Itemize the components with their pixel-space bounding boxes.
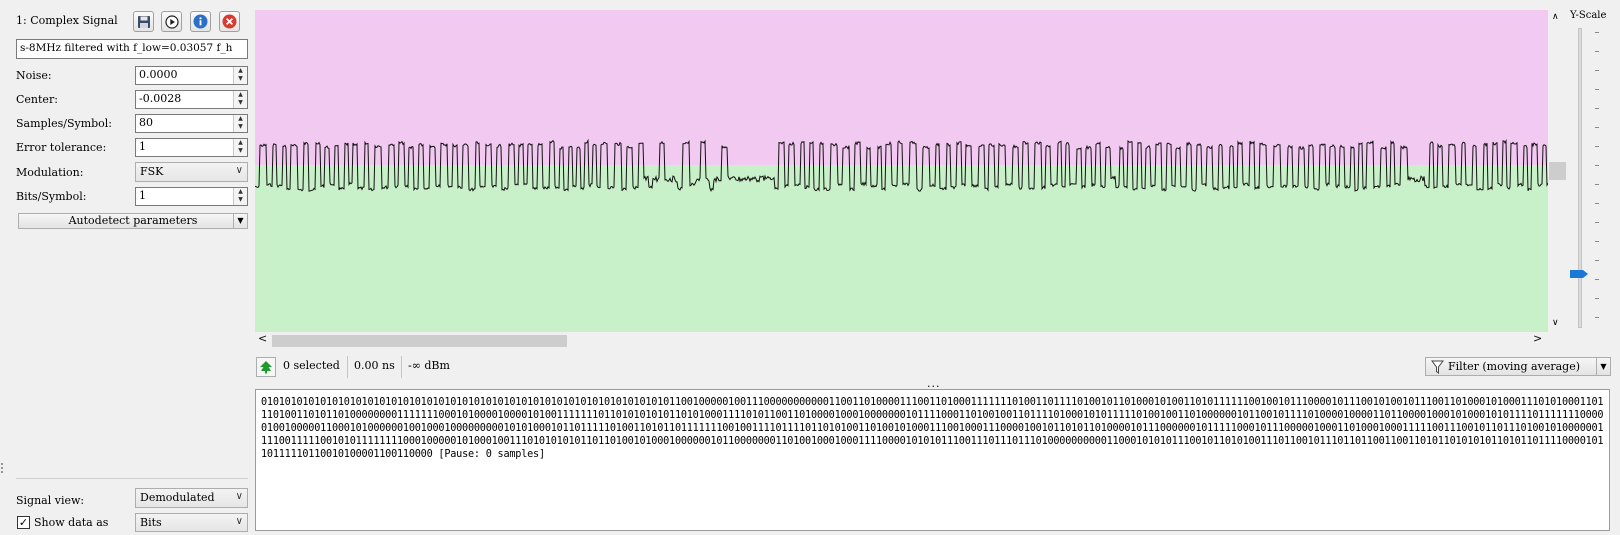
bits-per-symbol-label: Bits/Symbol: bbox=[16, 190, 87, 203]
divider bbox=[16, 478, 248, 479]
signal-view-label: Signal view: bbox=[16, 494, 85, 507]
show-data-value: Bits bbox=[140, 516, 162, 529]
y-scale-tick bbox=[1595, 279, 1599, 280]
signal-view-select[interactable]: Demodulated ∨ bbox=[135, 488, 248, 508]
y-scale-tick bbox=[1595, 32, 1599, 33]
show-data-checkbox[interactable]: ✓ bbox=[17, 516, 30, 529]
error-tolerance-label: Error tolerance: bbox=[16, 141, 107, 154]
divider bbox=[401, 356, 402, 378]
y-scale-tick bbox=[1595, 317, 1599, 318]
modulation-label: Modulation: bbox=[16, 166, 84, 179]
y-scale-tick bbox=[1595, 184, 1599, 185]
center-label: Center: bbox=[16, 93, 58, 106]
autodetect-dropdown-arrow[interactable]: ▼ bbox=[233, 214, 247, 228]
selection-status-bar: 0 selected 0.00 ns -∞ dBm bbox=[255, 356, 1620, 378]
positive-region bbox=[255, 10, 1548, 165]
horizontal-scroll-thumb[interactable] bbox=[272, 335, 567, 347]
autodetect-label: Autodetect parameters bbox=[68, 214, 198, 227]
horizontal-scrollbar[interactable]: < > bbox=[255, 332, 1548, 349]
center-value: -0.0028 bbox=[139, 92, 182, 105]
grip-icon bbox=[1, 463, 3, 473]
center-stepper[interactable]: ▲ ▼ bbox=[233, 91, 247, 108]
play-button[interactable] bbox=[161, 11, 182, 32]
vertical-scrollbar[interactable]: ∧ ∨ bbox=[1549, 10, 1567, 332]
info-button[interactable] bbox=[190, 11, 211, 32]
y-scale-tick bbox=[1595, 108, 1599, 109]
y-scale-tick bbox=[1595, 146, 1599, 147]
save-icon bbox=[137, 15, 150, 28]
noise-value: 0.0000 bbox=[139, 68, 178, 81]
divider bbox=[347, 356, 348, 378]
panel-splitter-handle[interactable] bbox=[0, 461, 4, 475]
signal-plot[interactable] bbox=[254, 10, 1554, 332]
save-button[interactable] bbox=[133, 11, 154, 32]
selection-power: -∞ dBm bbox=[408, 359, 450, 372]
scroll-down-icon[interactable]: ∨ bbox=[1552, 318, 1559, 328]
error-tolerance-value: 1 bbox=[139, 140, 146, 153]
samples-per-symbol-spinbox[interactable]: 80 ▲ ▼ bbox=[135, 114, 248, 133]
info-icon bbox=[193, 14, 208, 29]
signal-settings-panel: 1: Complex Signal s-8MHz filtered with f… bbox=[0, 0, 255, 535]
bits-per-symbol-value: 1 bbox=[139, 189, 146, 202]
y-scale-panel: Y-Scale bbox=[1568, 10, 1620, 332]
y-scale-track[interactable] bbox=[1578, 28, 1582, 328]
scroll-up-icon[interactable]: ∧ bbox=[1552, 12, 1559, 22]
tree-up-icon bbox=[260, 361, 272, 374]
zoom-to-selection-button[interactable] bbox=[256, 357, 276, 377]
bits-per-symbol-spinbox[interactable]: 1 ▲ ▼ bbox=[135, 187, 248, 206]
signal-name-field[interactable]: s-8MHz filtered with f_low=0.03057 f_h bbox=[16, 39, 248, 59]
y-scale-tick bbox=[1595, 241, 1599, 242]
bits-per-symbol-stepper[interactable]: ▲ ▼ bbox=[233, 188, 247, 205]
selected-count: 0 selected bbox=[283, 359, 340, 372]
signal-view-value: Demodulated bbox=[140, 491, 215, 504]
y-scale-tick bbox=[1595, 89, 1599, 90]
scroll-left-icon[interactable]: < bbox=[258, 332, 267, 345]
signal-plot-canvas[interactable] bbox=[254, 10, 1554, 332]
slider-handle-icon bbox=[1570, 270, 1588, 278]
pause-info: [Pause: 0 samples] bbox=[438, 449, 545, 460]
autodetect-parameters-button[interactable]: Autodetect parameters ▼ bbox=[18, 213, 248, 229]
center-spinbox[interactable]: -0.0028 ▲ ▼ bbox=[135, 90, 248, 109]
signal-title: 1: Complex Signal bbox=[16, 14, 118, 27]
negative-region bbox=[255, 165, 1548, 332]
play-icon bbox=[164, 14, 179, 29]
samples-per-symbol-label: Samples/Symbol: bbox=[16, 117, 113, 130]
y-scale-label: Y-Scale bbox=[1570, 10, 1607, 21]
y-scale-tick bbox=[1595, 127, 1599, 128]
show-data-select[interactable]: Bits ∨ bbox=[135, 513, 248, 532]
y-scale-tick bbox=[1595, 203, 1599, 204]
chevron-down-icon: ∨ bbox=[235, 516, 243, 527]
samples-per-symbol-value: 80 bbox=[139, 116, 153, 129]
funnel-icon bbox=[1431, 360, 1444, 374]
y-scale-tick bbox=[1595, 70, 1599, 71]
filter-dropdown-arrow[interactable]: ▼ bbox=[1596, 358, 1610, 375]
error-tolerance-stepper[interactable]: ▲ ▼ bbox=[233, 139, 247, 156]
vertical-scroll-thumb[interactable] bbox=[1549, 162, 1566, 180]
y-scale-handle[interactable] bbox=[1570, 269, 1588, 279]
close-icon bbox=[222, 14, 237, 29]
noise-spinbox[interactable]: 0.0000 ▲ ▼ bbox=[135, 66, 248, 85]
noise-label: Noise: bbox=[16, 69, 52, 82]
filter-button[interactable]: Filter (moving average) ▼ bbox=[1425, 357, 1611, 376]
show-data-label: Show data as bbox=[34, 516, 109, 529]
noise-stepper[interactable]: ▲ ▼ bbox=[233, 67, 247, 84]
modulation-select[interactable]: FSK ∨ bbox=[135, 162, 248, 182]
modulation-value: FSK bbox=[140, 165, 164, 178]
y-scale-tick bbox=[1595, 51, 1599, 52]
y-scale-tick bbox=[1595, 165, 1599, 166]
y-scale-tick bbox=[1595, 298, 1599, 299]
demodulated-bits-view[interactable]: 0101010101010101010101010101010101010101… bbox=[255, 389, 1610, 531]
scroll-right-icon[interactable]: > bbox=[1533, 332, 1542, 345]
selection-duration: 0.00 ns bbox=[354, 359, 395, 372]
chevron-down-icon: ∨ bbox=[235, 165, 243, 176]
error-tolerance-spinbox[interactable]: 1 ▲ ▼ bbox=[135, 138, 248, 157]
chevron-down-icon: ∨ bbox=[235, 491, 243, 502]
samples-per-symbol-stepper[interactable]: ▲ ▼ bbox=[233, 115, 247, 132]
y-scale-tick bbox=[1595, 222, 1599, 223]
close-signal-button[interactable] bbox=[219, 11, 240, 32]
y-scale-tick bbox=[1595, 260, 1599, 261]
filter-label: Filter (moving average) bbox=[1448, 360, 1580, 373]
check-icon: ✓ bbox=[18, 516, 29, 529]
